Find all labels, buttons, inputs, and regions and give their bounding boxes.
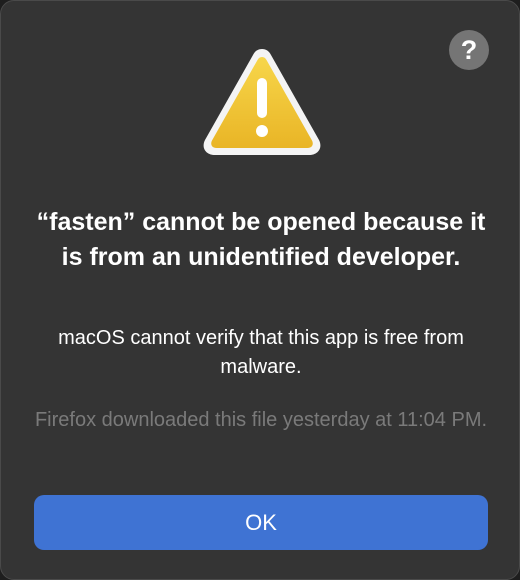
- ok-button[interactable]: OK: [34, 495, 488, 550]
- dialog-title: “fasten” cannot be opened because it is …: [36, 208, 486, 271]
- alert-dialog: ? “fasten” cannot be opened because it i…: [0, 0, 520, 580]
- download-info-text: Firefox downloaded this file yesterday a…: [34, 409, 488, 431]
- help-button[interactable]: ?: [449, 30, 489, 70]
- dialog-message: macOS cannot verify that this app is fre…: [58, 327, 464, 378]
- help-icon: ?: [460, 34, 478, 65]
- warning-triangle-icon: [203, 49, 321, 155]
